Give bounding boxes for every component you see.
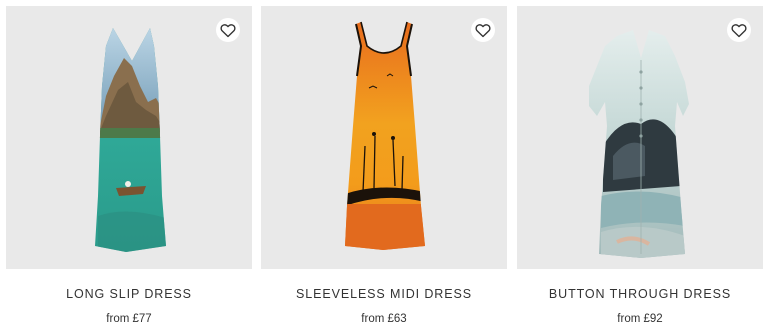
product-image[interactable]	[261, 6, 507, 269]
product-card-sleeveless-midi-dress[interactable]: SLEEVELESS MIDI DRESS from £63	[261, 0, 507, 334]
favorite-button[interactable]	[471, 18, 495, 42]
heart-outline-icon	[731, 23, 747, 37]
product-price: from £63	[361, 313, 407, 325]
heart-outline-icon	[220, 23, 236, 37]
product-card-button-through-dress[interactable]: BUTTON THROUGH DRESS from £92	[517, 0, 763, 334]
dress-image-sleeveless-midi	[345, 21, 425, 250]
favorite-button[interactable]	[727, 18, 751, 42]
product-name[interactable]: LONG SLIP DRESS	[6, 287, 252, 301]
product-price: from £77	[106, 313, 152, 325]
dress-image-button-through	[589, 30, 689, 258]
product-price: from £92	[617, 313, 663, 325]
product-image[interactable]	[517, 6, 763, 269]
heart-outline-icon	[475, 23, 491, 37]
product-image[interactable]	[6, 6, 252, 269]
product-name[interactable]: BUTTON THROUGH DRESS	[517, 287, 763, 301]
favorite-button[interactable]	[216, 18, 240, 42]
product-name[interactable]: SLEEVELESS MIDI DRESS	[261, 287, 507, 301]
product-grid: LONG SLIP DRESS from £77 SLEEVELESS MIDI…	[0, 0, 768, 334]
product-card-long-slip-dress[interactable]: LONG SLIP DRESS from £77	[6, 0, 252, 334]
dress-image-long-slip	[95, 28, 166, 252]
